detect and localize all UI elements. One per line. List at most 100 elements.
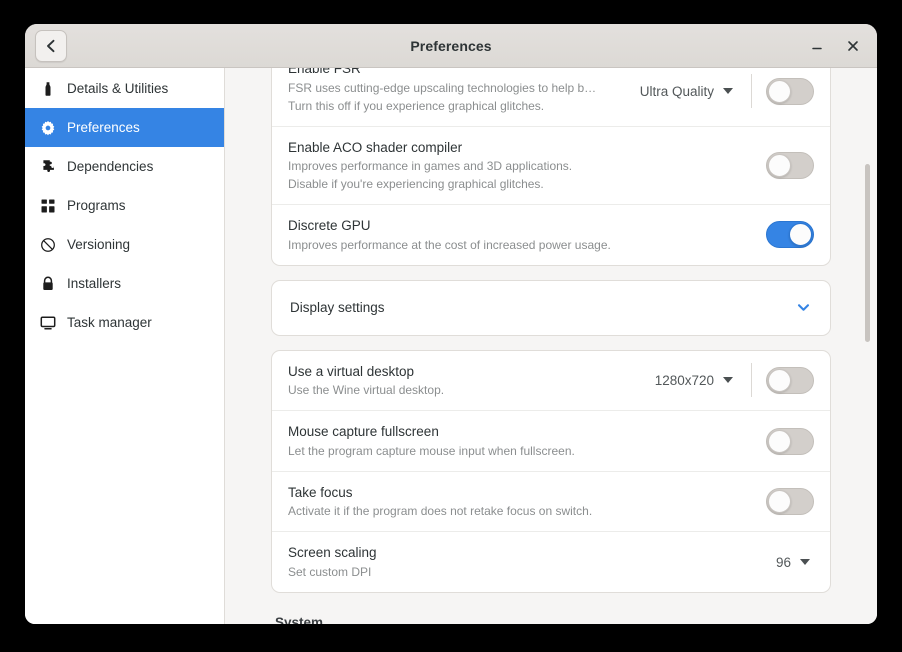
- puzzle-icon: [39, 158, 56, 175]
- row-text: Take focus Activate it if the program do…: [288, 483, 766, 521]
- row-virtual-desktop[interactable]: Use a virtual desktop Use the Wine virtu…: [272, 351, 830, 411]
- row-screen-scaling[interactable]: Screen scaling Set custom DPI 96: [272, 531, 830, 592]
- row-subtitle-1: Improves performance in games and 3D app…: [288, 159, 573, 174]
- close-icon: [848, 41, 858, 51]
- chevron-left-icon: [47, 39, 55, 53]
- display-settings-expander[interactable]: Display settings: [272, 281, 830, 335]
- row-take-focus[interactable]: Take focus Activate it if the program do…: [272, 470, 830, 532]
- row-subtitle-1: Use the Wine virtual desktop.: [288, 383, 445, 398]
- row-subtitle-1: Improves performance at the cost of incr…: [288, 237, 611, 252]
- content-pane: Enable FSR FSR uses cutting-edge upscali…: [225, 68, 877, 624]
- sidebar-item-label: Task manager: [67, 315, 152, 330]
- row-subtitle-1: Let the program capture mouse input when…: [288, 443, 575, 458]
- window-title: Preferences: [410, 37, 492, 54]
- sidebar-item-dependencies[interactable]: Dependencies: [25, 147, 224, 186]
- sidebar-item-label: Versioning: [67, 237, 131, 252]
- virtual-desktop-toggle[interactable]: [766, 366, 814, 394]
- chevron-down-icon: [723, 377, 733, 384]
- scrollbar-thumb[interactable]: [865, 164, 870, 342]
- sidebar-item-task-manager[interactable]: Task manager: [25, 303, 224, 342]
- grid-icon: [39, 197, 56, 214]
- system-section-heading: System: [275, 614, 324, 624]
- row-controls: Ultra Quality: [636, 74, 814, 109]
- settings-scroll-area[interactable]: Enable FSR FSR uses cutting-edge upscali…: [225, 68, 877, 624]
- display-settings-label: Display settings: [290, 300, 385, 316]
- row-mouse-capture[interactable]: Mouse capture fullscreen Let the program…: [272, 410, 830, 471]
- row-text: Screen scaling Set custom DPI: [288, 543, 772, 581]
- sidebar-item-installers[interactable]: Installers: [25, 264, 224, 303]
- screen-scaling-dropdown[interactable]: 96: [772, 551, 814, 574]
- sidebar-item-programs[interactable]: Programs: [25, 186, 224, 225]
- sidebar-item-versioning[interactable]: Versioning: [25, 225, 224, 264]
- aco-toggle[interactable]: [766, 151, 814, 179]
- sidebar-item-label: Dependencies: [67, 159, 154, 174]
- sidebar-item-label: Installers: [67, 276, 122, 291]
- divider: [751, 74, 752, 109]
- display-options-card: Use a virtual desktop Use the Wine virtu…: [271, 349, 831, 593]
- fsr-quality-dropdown[interactable]: Ultra Quality: [636, 80, 741, 103]
- chevron-down-icon: [800, 559, 810, 566]
- window-body: Details & Utilities Preferences Dependen…: [25, 68, 877, 624]
- row-title: Enable ACO shader compiler: [288, 139, 463, 155]
- take-focus-toggle[interactable]: [766, 488, 814, 516]
- row-text: Discrete GPU Improves performance at the…: [288, 216, 766, 254]
- toggle-knob: [789, 223, 812, 247]
- row-title: Enable FSR: [288, 68, 361, 76]
- minimize-button[interactable]: [801, 30, 833, 62]
- row-title: Discrete GPU: [288, 218, 371, 234]
- preferences-window: Preferences Details & Utilities Preferen…: [25, 24, 877, 624]
- virtual-desktop-resolution-dropdown[interactable]: 1280x720: [651, 369, 741, 392]
- sidebar-item-label: Details & Utilities: [67, 81, 169, 96]
- row-text: Use a virtual desktop Use the Wine virtu…: [288, 362, 651, 400]
- close-button[interactable]: [837, 30, 869, 62]
- row-subtitle-2: Disable if you're experiencing graphical…: [288, 177, 544, 192]
- sidebar-item-preferences[interactable]: Preferences: [25, 108, 224, 147]
- display-settings-card: Display settings: [271, 279, 831, 336]
- toggle-knob: [768, 79, 791, 103]
- graphics-card: Enable FSR FSR uses cutting-edge upscali…: [271, 68, 831, 266]
- row-controls: [766, 221, 814, 249]
- fsr-toggle[interactable]: [766, 77, 814, 105]
- row-enable-aco[interactable]: Enable ACO shader compiler Improves perf…: [272, 125, 830, 205]
- row-enable-fsr[interactable]: Enable FSR FSR uses cutting-edge upscali…: [272, 68, 830, 126]
- dropdown-value: 96: [775, 554, 791, 570]
- sidebar-item-label: Programs: [67, 198, 126, 213]
- row-text: Enable ACO shader compiler Improves perf…: [288, 138, 766, 194]
- row-subtitle-1: Set custom DPI: [288, 564, 372, 579]
- chevron-down-icon: [797, 304, 810, 311]
- toggle-knob: [768, 153, 791, 177]
- row-subtitle-1: Activate it if the program does not reta…: [288, 504, 593, 519]
- discrete-gpu-toggle[interactable]: [766, 221, 814, 249]
- row-text: Mouse capture fullscreen Let the program…: [288, 422, 766, 460]
- row-controls: 96: [772, 551, 814, 574]
- toggle-knob: [768, 429, 791, 453]
- row-title: Mouse capture fullscreen: [288, 424, 439, 440]
- row-text: Enable FSR FSR uses cutting-edge upscali…: [288, 68, 636, 115]
- minimize-icon: [812, 47, 822, 50]
- row-discrete-gpu[interactable]: Discrete GPU Improves performance at the…: [272, 204, 830, 265]
- lock-icon: [39, 275, 56, 292]
- row-title: Screen scaling: [288, 545, 377, 561]
- row-subtitle-1: FSR uses cutting-edge upscaling technolo…: [288, 80, 597, 95]
- bottle-icon: [39, 80, 56, 97]
- sidebar-item-label: Preferences: [67, 120, 140, 135]
- monitor-icon: [39, 314, 56, 331]
- row-controls: 1280x720: [651, 363, 814, 398]
- divider: [751, 363, 752, 398]
- dropdown-value: 1280x720: [654, 372, 714, 388]
- sidebar-item-details-utilities[interactable]: Details & Utilities: [25, 69, 224, 108]
- back-button[interactable]: [35, 30, 67, 62]
- toggle-knob: [768, 490, 791, 514]
- scrollbar[interactable]: [862, 68, 872, 624]
- toggle-knob: [768, 368, 791, 392]
- mouse-capture-toggle[interactable]: [766, 427, 814, 455]
- titlebar: Preferences: [25, 24, 877, 68]
- window-controls: [801, 24, 869, 68]
- row-controls: [766, 151, 814, 179]
- row-title: Take focus: [288, 484, 353, 500]
- sidebar: Details & Utilities Preferences Dependen…: [25, 68, 225, 624]
- chevron-down-icon: [723, 88, 733, 95]
- gear-icon: [39, 119, 56, 136]
- row-controls: [766, 488, 814, 516]
- clock-slash-icon: [39, 236, 56, 253]
